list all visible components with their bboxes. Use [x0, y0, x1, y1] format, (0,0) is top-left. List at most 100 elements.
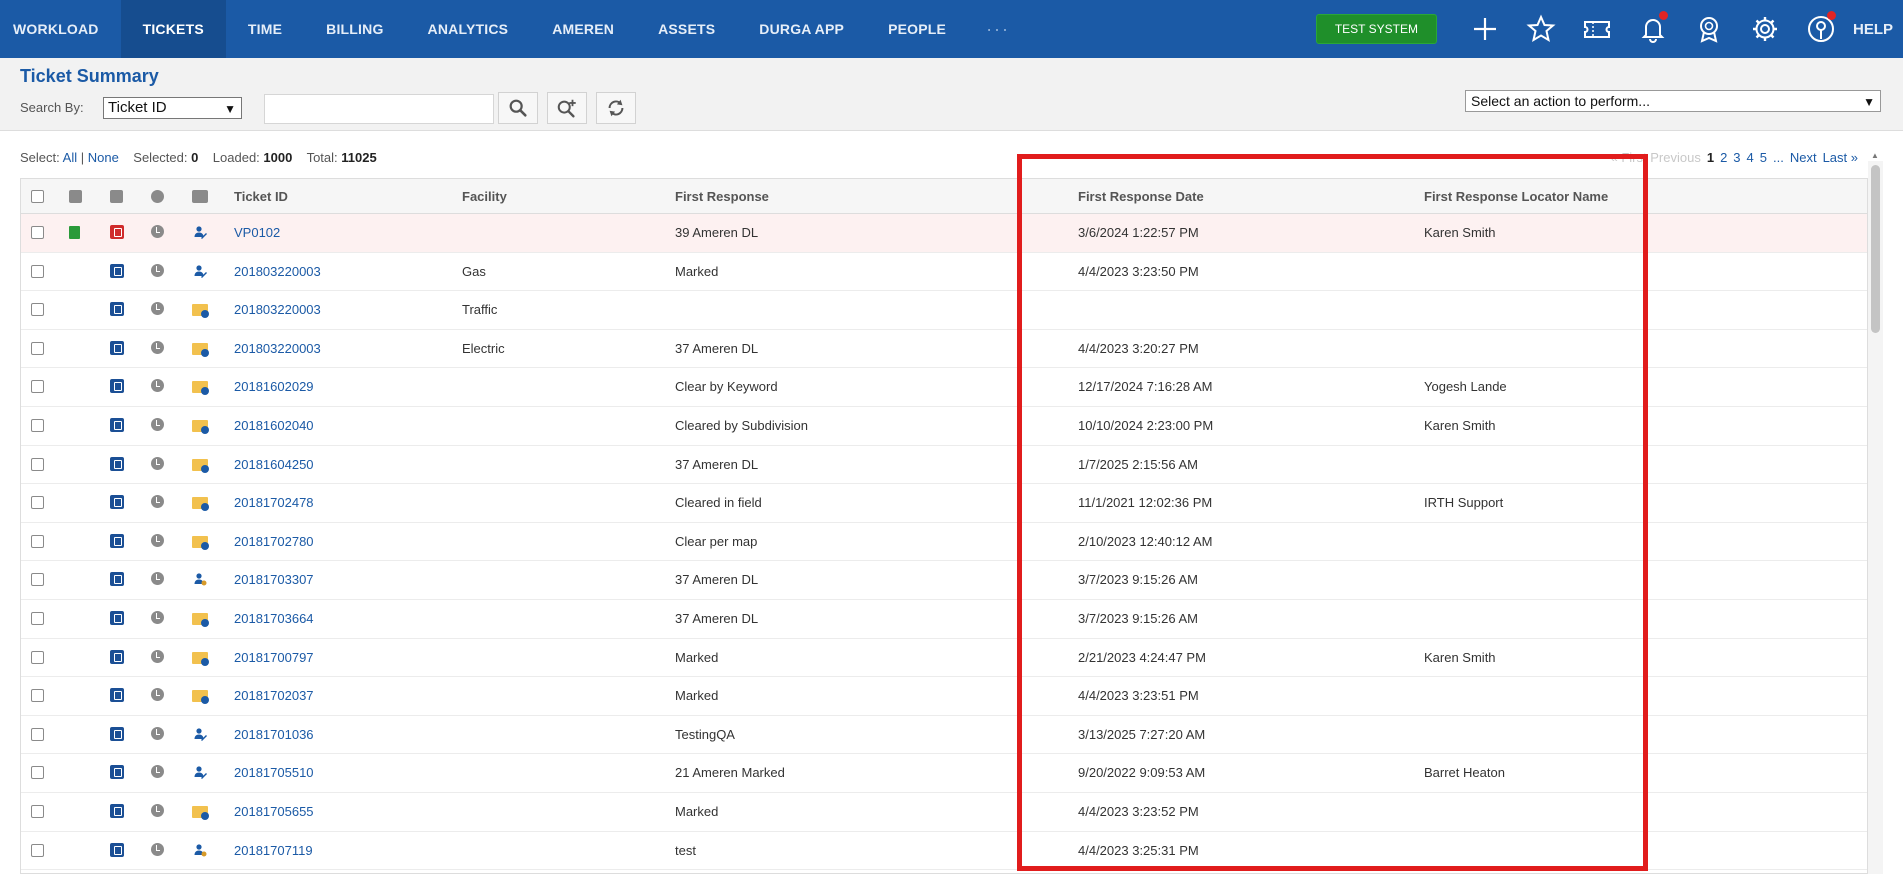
nav-time[interactable]: TIME — [226, 0, 304, 58]
pager-page-5[interactable]: 5 — [1760, 150, 1767, 165]
table-row[interactable]: VP0102 39 Ameren DL 3/6/2024 1:22:57 PM Kar… — [21, 214, 1867, 253]
col-ticket-id[interactable]: Ticket ID — [234, 189, 288, 204]
ticket-id-link[interactable]: 20181702780 — [234, 534, 314, 549]
pager-ellipsis[interactable]: ... — [1773, 150, 1784, 165]
row-checkbox[interactable] — [31, 303, 44, 317]
row-checkbox[interactable] — [31, 689, 44, 703]
scrollbar-thumb[interactable] — [1871, 165, 1880, 333]
ticket-id-link[interactable]: 20181703307 — [234, 572, 314, 587]
row-checkbox[interactable] — [31, 612, 44, 625]
ticket-id-link[interactable]: 20181701036 — [234, 727, 314, 742]
person-edit-icon — [193, 765, 207, 780]
nav-more-icon[interactable]: ··· — [968, 19, 1028, 40]
nav-durga-app[interactable]: DURGA APP — [737, 0, 866, 58]
ticket-id-link[interactable]: 201803220003 — [234, 264, 321, 279]
nav-people[interactable]: PEOPLE — [866, 0, 968, 58]
select-all-checkbox[interactable] — [31, 190, 44, 203]
row-checkbox[interactable] — [31, 496, 44, 510]
ticket-id-link[interactable]: 20181700797 — [234, 650, 314, 665]
select-all-link[interactable]: All — [63, 150, 77, 165]
help-link[interactable]: HELP — [1849, 21, 1903, 38]
table-row[interactable]: 20181705655 Marked 4/4/2023 3:23:52 PM — [21, 793, 1867, 832]
row-checkbox[interactable] — [31, 843, 44, 857]
table-row[interactable]: 20181703307 37 Ameren DL 3/7/2023 9:15:26 … — [21, 561, 1867, 600]
star-button[interactable] — [1513, 0, 1569, 58]
row-checkbox[interactable] — [31, 650, 44, 664]
advanced-search-button[interactable] — [547, 92, 587, 124]
pager-last[interactable]: Last » — [1823, 150, 1858, 165]
ticket-id-link[interactable]: 20181703664 — [234, 611, 314, 626]
ticket-id-link[interactable]: 20181604250 — [234, 457, 314, 472]
table-row[interactable]: 20181702780 Clear per map 2/10/2023 12:40:… — [21, 523, 1867, 562]
row-checkbox[interactable] — [31, 419, 44, 432]
table-row[interactable]: 201803220003 Gas Marked 4/4/2023 3:23:50 PM — [21, 253, 1867, 292]
select-none-link[interactable]: None — [88, 150, 119, 165]
pager-page-2[interactable]: 2 — [1720, 150, 1727, 165]
nav-assets[interactable]: ASSETS — [636, 0, 737, 58]
ticket-id-link[interactable]: 201803220003 — [234, 302, 321, 317]
first-response-cell: Clear by Keyword — [675, 379, 778, 395]
pager-page-3[interactable]: 3 — [1733, 150, 1740, 165]
ticket-button[interactable] — [1569, 0, 1625, 58]
ticket-id-link[interactable]: 20181702478 — [234, 495, 314, 510]
folder-check-icon — [192, 420, 209, 434]
scroll-up-icon[interactable]: ▲ — [1871, 151, 1879, 160]
nav-ameren[interactable]: AMEREN — [530, 0, 636, 58]
bell-button[interactable] — [1625, 0, 1681, 58]
nav-billing[interactable]: BILLING — [304, 0, 405, 58]
row-checkbox[interactable] — [31, 727, 44, 741]
document-icon — [69, 226, 80, 239]
search-input[interactable] — [264, 94, 494, 124]
row-checkbox[interactable] — [31, 380, 44, 394]
ticket-id-link[interactable]: 20181702037 — [234, 688, 314, 703]
table-row[interactable]: 20181702478 Cleared in field 11/1/2021 12:… — [21, 484, 1867, 523]
col-first-response[interactable]: First Response — [675, 189, 769, 204]
row-checkbox[interactable] — [31, 573, 44, 587]
table-row[interactable]: 20181602040 Cleared by Subdivision 10/10/2… — [21, 407, 1867, 446]
table-row[interactable]: 201803220003 Traffic — [21, 291, 1867, 330]
vertical-scrollbar[interactable]: ▲ — [1868, 151, 1883, 874]
nav-workload[interactable]: WORKLOAD — [0, 0, 121, 58]
col-first-response-locator[interactable]: First Response Locator Name — [1424, 189, 1608, 204]
user-button[interactable] — [1793, 0, 1849, 58]
action-select[interactable]: Select an action to perform... ▼ — [1465, 90, 1881, 112]
row-checkbox[interactable] — [31, 534, 44, 548]
col-facility[interactable]: Facility — [462, 189, 507, 204]
table-row[interactable]: 201803220003 Electric 37 Ameren DL 4/4/2023… — [21, 330, 1867, 369]
test-system-button[interactable]: TEST SYSTEM — [1315, 14, 1437, 44]
table-row[interactable]: 20181701036 TestingQA 3/13/2025 7:27:20 AM — [21, 716, 1867, 755]
table-row[interactable]: 20181602029 Clear by Keyword 12/17/2024 7:… — [21, 368, 1867, 407]
ticket-id-link[interactable]: VP0102 — [234, 225, 280, 240]
ticket-id-link[interactable]: 20181705655 — [234, 804, 314, 819]
row-checkbox[interactable] — [31, 341, 44, 355]
row-checkbox[interactable] — [31, 457, 44, 471]
row-checkbox[interactable] — [31, 766, 44, 780]
col-first-response-date[interactable]: First Response Date — [1078, 189, 1204, 204]
ticket-id-link[interactable]: 20181705510 — [234, 765, 314, 780]
locator-name-cell: Yogesh Lande — [1424, 379, 1507, 395]
pager-first: « First — [1610, 150, 1647, 165]
nav-tickets[interactable]: TICKETS — [120, 0, 226, 58]
row-checkbox[interactable] — [31, 805, 44, 818]
ticket-id-link[interactable]: 20181602040 — [234, 418, 314, 433]
row-checkbox[interactable] — [31, 226, 44, 239]
plus-button[interactable] — [1457, 0, 1513, 58]
search-by-select[interactable]: Ticket ID ▼ — [103, 97, 242, 119]
table-row[interactable]: 20181702037 Marked 4/4/2023 3:23:51 PM — [21, 677, 1867, 716]
table-row[interactable]: 20181707119 test 4/4/2023 3:25:31 PM — [21, 832, 1867, 871]
table-row[interactable]: 20181700797 Marked 2/21/2023 4:24:47 PM Kar… — [21, 639, 1867, 678]
row-checkbox[interactable] — [31, 264, 44, 278]
table-row[interactable]: 20181703664 37 Ameren DL 3/7/2023 9:15:26 … — [21, 600, 1867, 639]
table-row[interactable]: 20181705510 21 Ameren Marked 9/20/2022 9:0… — [21, 754, 1867, 793]
refresh-button[interactable] — [596, 92, 636, 124]
table-row[interactable]: 20181604250 37 Ameren DL 1/7/2025 2:15:56 … — [21, 446, 1867, 485]
pager-page-4[interactable]: 4 — [1747, 150, 1754, 165]
search-button[interactable] — [498, 92, 538, 124]
gear-button[interactable] — [1737, 0, 1793, 58]
pager-next[interactable]: Next — [1790, 150, 1817, 165]
ticket-id-link[interactable]: 20181602029 — [234, 379, 314, 394]
ticket-id-link[interactable]: 201803220003 — [234, 341, 321, 356]
award-button[interactable] — [1681, 0, 1737, 58]
ticket-id-link[interactable]: 20181707119 — [234, 843, 313, 858]
nav-analytics[interactable]: ANALYTICS — [406, 0, 531, 58]
